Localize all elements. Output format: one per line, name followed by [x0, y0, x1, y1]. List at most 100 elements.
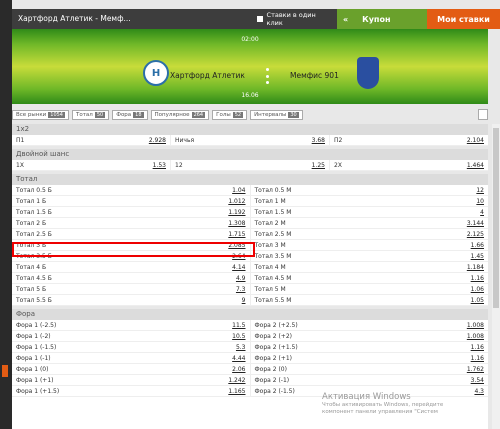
odd-value[interactable]: 12 — [476, 185, 484, 195]
odd-cell[interactable]: Фора 2 (+2.5) 1.008 — [251, 320, 489, 330]
odd-cell[interactable]: П2 2.104 — [330, 135, 488, 145]
odd-cell[interactable]: Фора 2 (0) 1.762 — [251, 364, 489, 374]
coupon-button[interactable]: « Купон — [337, 9, 427, 29]
odd-cell[interactable]: Тотал 2 Б 1.308 — [12, 218, 251, 228]
odd-cell[interactable]: Тотал 4 М 1.184 — [251, 262, 489, 272]
odd-value[interactable]: 1.242 — [228, 375, 245, 385]
odd-cell[interactable]: Тотал 2.5 Б 1.715 — [12, 229, 251, 239]
odd-cell[interactable]: 2X 1.464 — [330, 160, 488, 170]
odd-cell[interactable]: П1 2.928 — [12, 135, 171, 145]
odd-value[interactable]: 1.192 — [228, 207, 245, 217]
odd-cell[interactable]: Фора 1 (+1.5) 1.165 — [12, 386, 251, 396]
market-header-handicap[interactable]: Фора — [12, 309, 488, 320]
market-header-double-chance[interactable]: Двойной шанс — [12, 149, 488, 160]
odd-value[interactable]: 1.25 — [312, 160, 325, 170]
odd-value[interactable]: 1.53 — [153, 160, 166, 170]
odd-value[interactable]: 1.16 — [471, 273, 484, 283]
odd-cell[interactable]: Тотал 4 Б 4.14 — [12, 262, 251, 272]
odd-value[interactable]: 1.008 — [467, 320, 484, 330]
filter-handicap[interactable]: Фора 18 — [112, 110, 148, 120]
odd-value[interactable]: 3.54 — [471, 375, 484, 385]
odd-cell[interactable]: Тотал 5 Б 7.3 — [12, 284, 251, 294]
odd-cell[interactable]: Фора 1 (0) 2.06 — [12, 364, 251, 374]
odd-cell[interactable]: Тотал 0.5 М 12 — [251, 185, 489, 195]
odd-value[interactable]: 1.66 — [471, 240, 484, 250]
odd-cell[interactable]: Тотал 1.5 М 4 — [251, 207, 489, 217]
odd-cell[interactable]: Фора 1 (+1) 1.242 — [12, 375, 251, 385]
odd-value[interactable]: 1.012 — [228, 196, 245, 206]
filter-total[interactable]: Тотал 50 — [72, 110, 110, 120]
filter-popular[interactable]: Популярное 264 — [150, 110, 210, 120]
odd-value[interactable]: 4.14 — [232, 262, 245, 272]
scrollbar-thumb[interactable] — [493, 128, 499, 308]
filter-all-markets[interactable]: Все рынки 1054 — [12, 110, 69, 120]
odd-value[interactable]: 1.16 — [471, 353, 484, 363]
odd-value[interactable]: 4.3 — [474, 386, 484, 396]
odd-value[interactable]: 3.144 — [467, 218, 484, 228]
odd-cell[interactable]: Фора 1 (-1) 4.44 — [12, 353, 251, 363]
table-row: Тотал 1 Б 1.012 Тотал 1 М 10 — [12, 196, 488, 207]
market-header-1x2[interactable]: 1x2 — [12, 124, 488, 135]
odd-value[interactable]: 5.3 — [236, 342, 246, 352]
odd-value[interactable]: 1.308 — [228, 218, 245, 228]
odd-cell[interactable]: Фора 1 (-2) 10.5 — [12, 331, 251, 341]
filter-goals[interactable]: Голы 52 — [212, 110, 248, 120]
odd-cell[interactable]: Фора 2 (-1) 3.54 — [251, 375, 489, 385]
odd-cell[interactable]: Тотал 3.5 М 1.45 — [251, 251, 489, 261]
odd-value[interactable]: 9 — [242, 295, 246, 305]
market-header-total[interactable]: Тотал — [12, 174, 488, 185]
odd-cell[interactable]: Ничья 3.68 — [171, 135, 330, 145]
odd-value[interactable]: 1.184 — [467, 262, 484, 272]
collapse-markets-button[interactable] — [478, 109, 488, 120]
odd-cell[interactable]: Фора 1 (-2.5) 11.5 — [12, 320, 251, 330]
odd-value[interactable]: 1.45 — [471, 251, 484, 261]
odd-value[interactable]: 10.5 — [232, 331, 245, 341]
filter-intervals[interactable]: Интервалы 30 — [250, 110, 303, 120]
odd-cell[interactable]: Тотал 3 М 1.66 — [251, 240, 489, 250]
odd-cell[interactable]: Тотал 1 Б 1.012 — [12, 196, 251, 206]
odd-value[interactable]: 1.05 — [471, 295, 484, 305]
odd-cell[interactable]: Тотал 1 М 10 — [251, 196, 489, 206]
one-click-checkbox[interactable] — [257, 16, 263, 22]
my-bets-button[interactable]: Мои ставки — [427, 9, 500, 29]
odd-cell[interactable]: Фора 2 (+1) 1.16 — [251, 353, 489, 363]
odd-value[interactable]: 4.9 — [236, 273, 246, 283]
odd-value[interactable]: 1.715 — [228, 229, 245, 239]
table-row: Фора 1 (-2.5) 11.5 Фора 2 (+2.5) 1.008 — [12, 320, 488, 331]
odd-value[interactable]: 1.165 — [228, 386, 245, 396]
odd-value[interactable]: 1.464 — [467, 160, 484, 170]
odd-cell[interactable]: Фора 2 (+1.5) 1.16 — [251, 342, 489, 352]
odd-value[interactable]: 1.04 — [232, 185, 245, 195]
odd-cell[interactable]: Тотал 0.5 Б 1.04 — [12, 185, 251, 195]
odd-value[interactable]: 1.762 — [467, 364, 484, 374]
odd-cell[interactable]: 12 1.25 — [171, 160, 330, 170]
sidebar-marker[interactable] — [2, 365, 8, 377]
odd-cell[interactable]: Тотал 5.5 М 1.05 — [251, 295, 489, 305]
odd-cell[interactable]: Тотал 4.5 Б 4.9 — [12, 273, 251, 283]
odd-cell[interactable]: Тотал 4.5 М 1.16 — [251, 273, 489, 283]
odd-value[interactable]: 4 — [480, 207, 484, 217]
one-click-toggle[interactable]: Ставки в один клик — [257, 9, 337, 29]
odd-value[interactable]: 1.16 — [471, 342, 484, 352]
odd-value[interactable]: 2.125 — [467, 229, 484, 239]
odd-value[interactable]: 7.3 — [236, 284, 246, 294]
outcome-label: Тотал 4 М — [254, 264, 286, 271]
odd-value[interactable]: 11.5 — [232, 320, 245, 330]
odd-value[interactable]: 1.06 — [471, 284, 484, 294]
odd-value[interactable]: 10 — [476, 196, 484, 206]
odd-cell[interactable]: Тотал 1.5 Б 1.192 — [12, 207, 251, 217]
odd-value[interactable]: 4.44 — [232, 353, 245, 363]
odd-cell[interactable]: 1X 1.53 — [12, 160, 171, 170]
odd-value[interactable]: 2.06 — [232, 364, 245, 374]
odd-value[interactable]: 3.68 — [312, 135, 325, 145]
odd-cell[interactable]: Фора 1 (-1.5) 5.3 — [12, 342, 251, 352]
odd-cell[interactable]: Тотал 2.5 М 2.125 — [251, 229, 489, 239]
odd-value[interactable]: 2.928 — [149, 135, 166, 145]
odd-value[interactable]: 2.104 — [467, 135, 484, 145]
odd-value[interactable]: 1.008 — [467, 331, 484, 341]
scrollbar[interactable] — [492, 124, 500, 429]
odd-cell[interactable]: Тотал 5.5 Б 9 — [12, 295, 251, 305]
odd-cell[interactable]: Фора 2 (+2) 1.008 — [251, 331, 489, 341]
odd-cell[interactable]: Тотал 5 М 1.06 — [251, 284, 489, 294]
odd-cell[interactable]: Тотал 2 М 3.144 — [251, 218, 489, 228]
